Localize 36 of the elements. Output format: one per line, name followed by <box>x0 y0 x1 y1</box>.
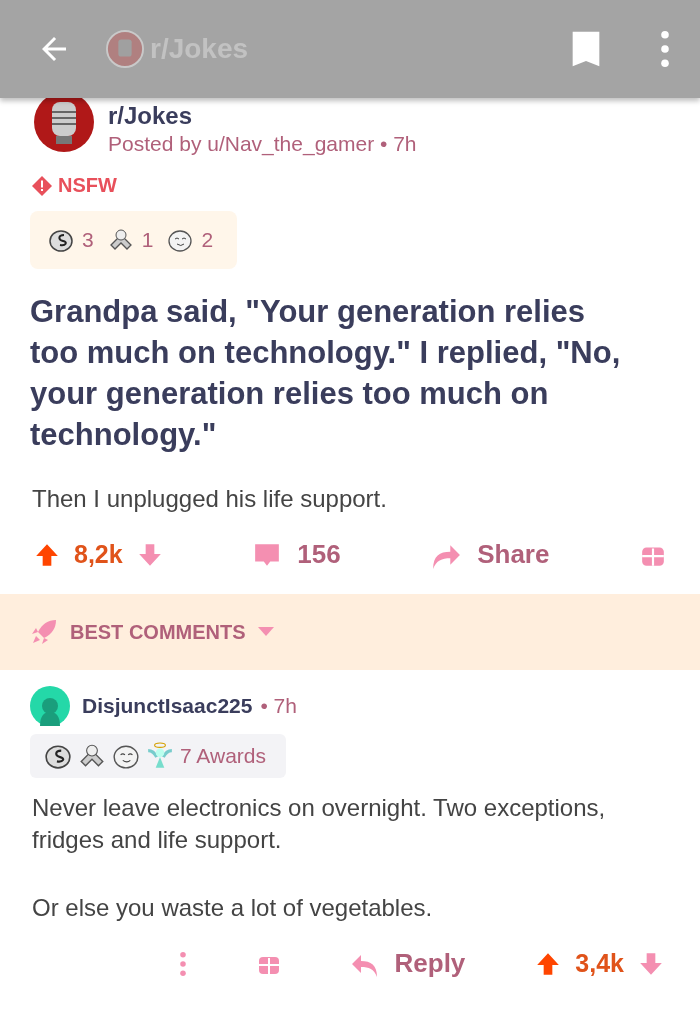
user-avatar-icon <box>30 686 70 726</box>
nsfw-label: NSFW <box>58 174 117 197</box>
post-title: Grandpa said, "Your generation relies too much on technology." I replied, "No, your generation relies too much on technology." <box>30 293 622 454</box>
sort-label: BEST COMMENTS <box>70 620 246 644</box>
rocket-icon <box>30 618 58 646</box>
comment-icon <box>253 541 282 568</box>
angel-award-icon <box>146 742 174 770</box>
more-icon[interactable] <box>660 30 670 68</box>
comments-button[interactable]: 156 <box>253 539 341 570</box>
comment-time: • 7h <box>260 694 297 718</box>
award-count: 2 <box>201 228 214 252</box>
awards-bar[interactable]: 3 1 2 <box>30 211 238 269</box>
comment-score: 3,4k <box>575 949 624 978</box>
awards-count: 7 Awards <box>180 744 266 768</box>
dropdown-caret-icon <box>257 627 274 637</box>
downvote-icon[interactable] <box>638 950 664 977</box>
comment-author[interactable]: DisjunctIsaac225 <box>82 694 253 718</box>
award-count: 1 <box>141 228 154 252</box>
comment-text: Never leave electronics on overnight. Two exceptions, fridges and life support. <box>32 793 607 855</box>
subreddit-name[interactable]: r/Jokes <box>108 102 193 130</box>
handshake-award-icon <box>78 742 106 770</box>
reply-button[interactable]: Reply <box>350 948 466 979</box>
coin-award-icon <box>48 227 74 253</box>
smiling-face-award-icon <box>167 227 194 253</box>
post-score: 8,2k <box>74 540 123 569</box>
subreddit-avatar-icon <box>106 30 144 68</box>
comment-text: Or else you waste a lot of vegetables. <box>32 893 434 923</box>
post-body: Then I unplugged his life support. <box>32 485 388 513</box>
sort-bar[interactable]: BEST COMMENTS <box>0 594 700 670</box>
bookmark-icon[interactable] <box>570 29 602 69</box>
post-byline: Posted by u/Nav_the_gamer • 7h <box>108 132 417 156</box>
more-icon[interactable] <box>178 951 187 976</box>
share-button[interactable]: Share <box>431 539 550 570</box>
awards-bar[interactable]: 7 Awards <box>30 734 286 778</box>
warning-icon <box>32 175 52 196</box>
award-count: 3 <box>82 228 94 252</box>
